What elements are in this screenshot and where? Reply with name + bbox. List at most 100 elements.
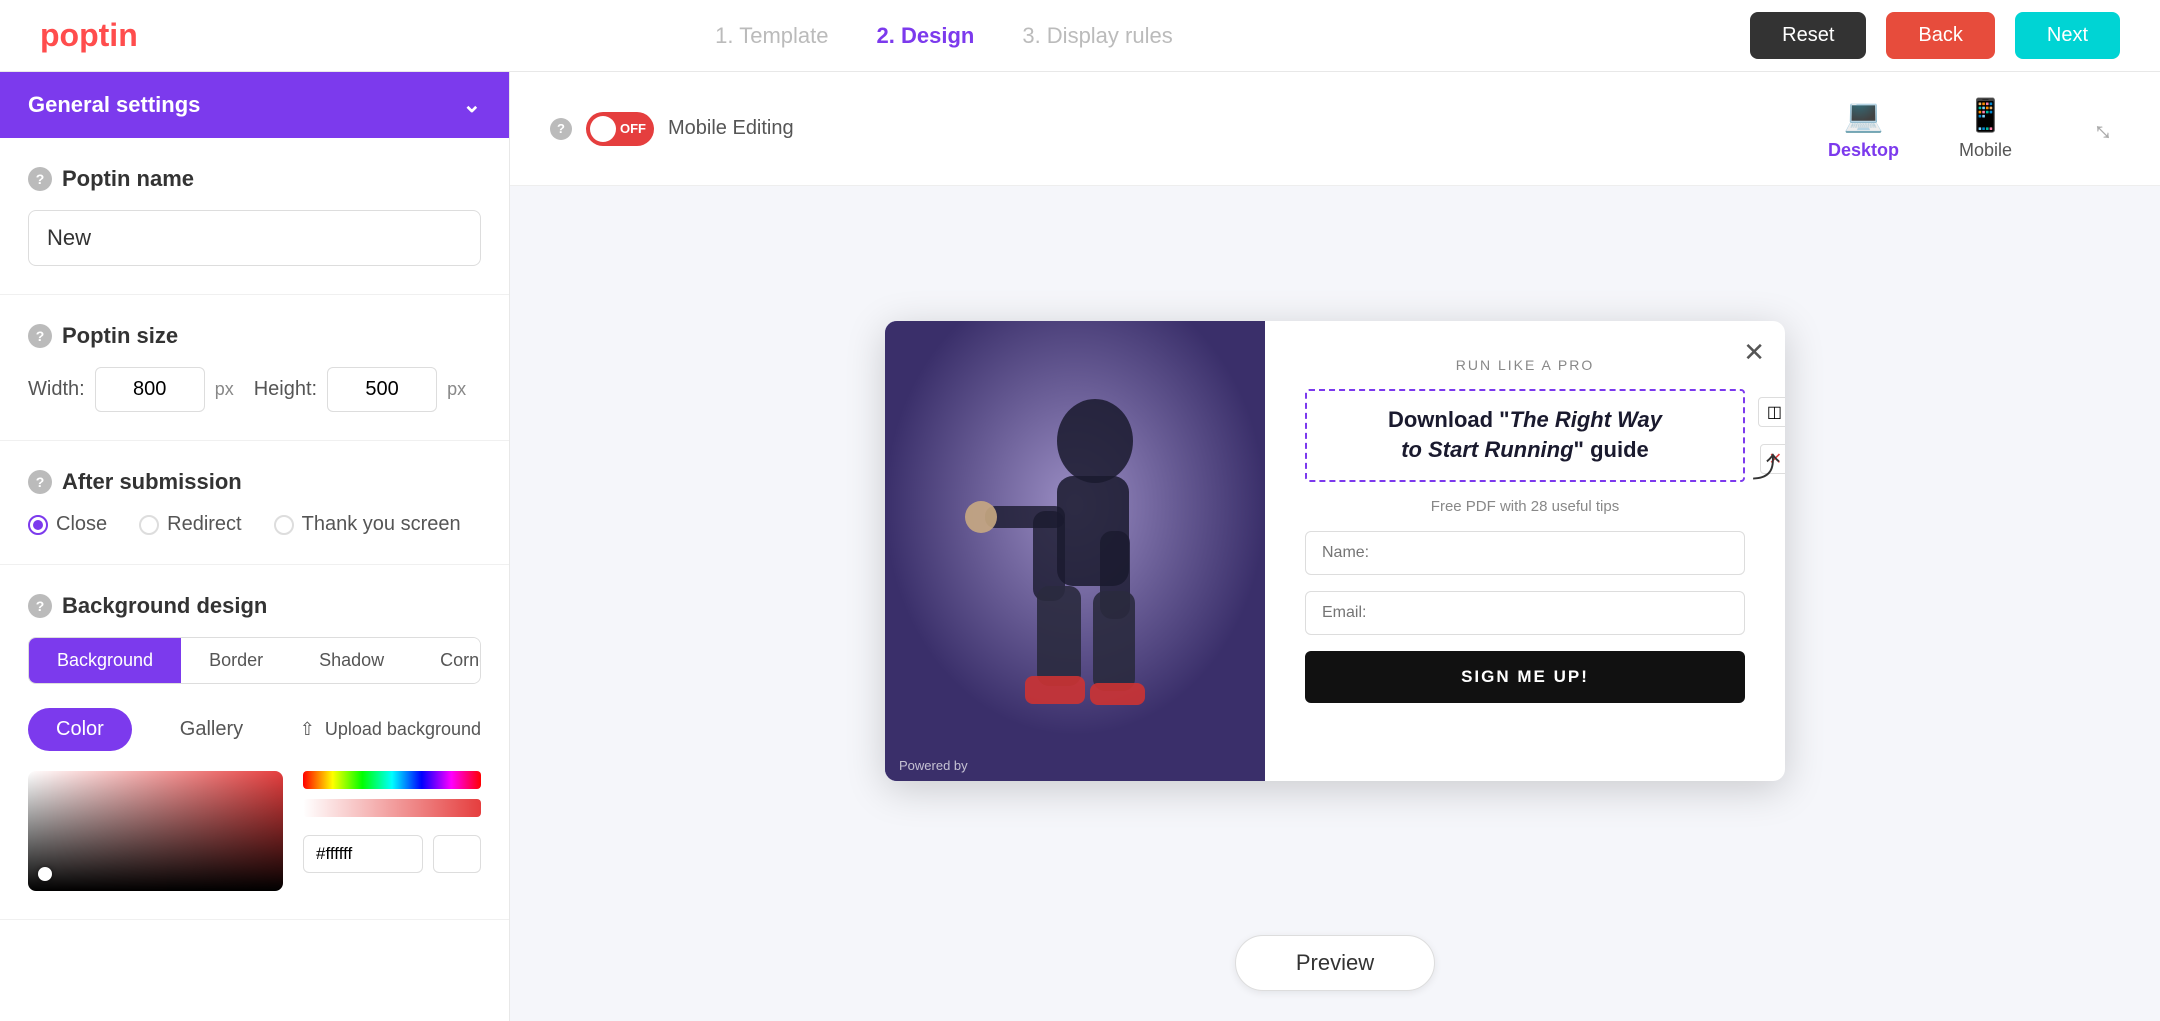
left-panel: General settings ⌄ ? Poptin name ? Popti… — [0, 72, 510, 1021]
radio-redirect-label: Redirect — [167, 513, 241, 536]
runner-image — [885, 321, 1265, 781]
radio-close-label: Close — [56, 513, 107, 536]
height-px-label: px — [447, 379, 466, 400]
chevron-down-icon: ⌄ — [463, 92, 481, 118]
step-2: 2. Design — [877, 23, 975, 49]
width-field: Width: px — [28, 367, 234, 412]
poptin-name-label: Poptin name — [62, 166, 194, 192]
poptin-name-input[interactable] — [28, 210, 481, 266]
width-input[interactable] — [95, 367, 205, 412]
popup-image-area: Powered by — [885, 321, 1265, 781]
desktop-icon: 💻 — [1844, 96, 1884, 134]
right-panel: ? OFF Mobile Editing 💻 Desktop 📱 Mobile … — [510, 72, 2160, 1021]
poptin-name-section: ? Poptin name — [0, 138, 509, 295]
nav-steps: 1. Template 2. Design 3. Display rules — [715, 23, 1173, 49]
top-nav: poptin 1. Template 2. Design 3. Display … — [0, 0, 2160, 72]
background-design-label: Background design — [62, 593, 267, 619]
help-icon-bg[interactable]: ? — [28, 594, 52, 618]
mobile-label: Mobile — [1959, 140, 2012, 161]
background-design-label-row: ? Background design — [28, 593, 481, 619]
radio-dot-close — [28, 515, 48, 535]
after-submission-section: ? After submission Close Redirect Thank … — [0, 441, 509, 565]
background-design-section: ? Background design Background Border Sh… — [0, 565, 509, 920]
color-swatch[interactable] — [433, 835, 481, 873]
popup-container: ✕ — [885, 321, 1785, 781]
desktop-device-btn[interactable]: 💻 Desktop — [1828, 96, 1899, 161]
size-row: Width: px Height: px — [28, 367, 481, 412]
popup-title-box[interactable]: Download "The Right Wayto Start Running"… — [1305, 389, 1745, 483]
after-submission-label: After submission — [62, 469, 242, 495]
radio-thankyou[interactable]: Thank you screen — [274, 513, 461, 536]
popup-name-input[interactable] — [1305, 531, 1745, 575]
after-submission-label-row: ? After submission — [28, 469, 481, 495]
toggle-knob — [590, 116, 616, 142]
help-icon-mobile[interactable]: ? — [550, 118, 572, 140]
help-icon-size[interactable]: ? — [28, 324, 52, 348]
radio-redirect[interactable]: Redirect — [139, 513, 241, 536]
general-settings-header[interactable]: General settings ⌄ — [0, 72, 509, 138]
bg-tab-border[interactable]: Border — [181, 638, 291, 683]
poptin-size-section: ? Poptin size Width: px Height: px — [0, 295, 509, 441]
radio-thankyou-label: Thank you screen — [302, 513, 461, 536]
radio-group: Close Redirect Thank you screen — [28, 513, 481, 536]
general-settings-label: General settings — [28, 92, 200, 118]
toggle-off-label: OFF — [620, 121, 646, 136]
help-icon-submission[interactable]: ? — [28, 470, 52, 494]
logo: poptin — [40, 17, 138, 54]
color-gallery-row: Color Gallery ⇧ Upload background — [28, 708, 481, 751]
back-button[interactable]: Back — [1886, 12, 1994, 59]
radio-dot-thankyou — [274, 515, 294, 535]
hex-input[interactable] — [303, 835, 423, 873]
upload-background-label: Upload background — [325, 719, 481, 740]
hex-row — [303, 835, 481, 873]
bg-tab-shadow[interactable]: Shadow — [291, 638, 412, 683]
upload-background-btn[interactable]: ⇧ Upload background — [300, 719, 481, 740]
nav-actions: Reset Back Next — [1750, 12, 2120, 59]
gallery-toggle-btn[interactable]: Gallery — [152, 708, 271, 751]
height-field: Height: px — [254, 367, 466, 412]
bg-tab-corners[interactable]: Corners — [412, 638, 481, 683]
cursor-arrow-icon: ⤴ — [1752, 452, 1780, 483]
desktop-label: Desktop — [1828, 140, 1899, 161]
popup-title-text: Download "The Right Wayto Start Running"… — [1323, 405, 1727, 467]
main-layout: General settings ⌄ ? Poptin name ? Popti… — [0, 72, 2160, 1021]
logo-text: poptin — [40, 17, 138, 53]
device-buttons: 💻 Desktop 📱 Mobile — [1828, 96, 2012, 161]
poptin-size-label-row: ? Poptin size — [28, 323, 481, 349]
height-label: Height: — [254, 378, 317, 401]
expand-icon[interactable]: ↔ — [2085, 107, 2127, 149]
upload-icon: ⇧ — [300, 719, 315, 740]
radio-dot-redirect — [139, 515, 159, 535]
mobile-editing-label: Mobile Editing — [668, 117, 794, 140]
color-toggle-btn[interactable]: Color — [28, 708, 132, 751]
bg-tab-background[interactable]: Background — [29, 638, 181, 683]
popup-subtitle: Free PDF with 28 useful tips — [1305, 498, 1745, 515]
poptin-size-label: Poptin size — [62, 323, 178, 349]
popup-copy-button[interactable]: ◫ — [1758, 397, 1785, 427]
height-input[interactable] — [327, 367, 437, 412]
width-px-label: px — [215, 379, 234, 400]
popup-submit-button[interactable]: SIGN ME UP! — [1305, 651, 1745, 703]
mobile-device-btn[interactable]: 📱 Mobile — [1959, 96, 2012, 161]
help-icon-name[interactable]: ? — [28, 167, 52, 191]
hue-bar[interactable] — [303, 771, 481, 789]
reset-button[interactable]: Reset — [1750, 12, 1866, 59]
preview-button[interactable]: Preview — [1235, 935, 1435, 991]
bg-tabs: Background Border Shadow Corners — [28, 637, 481, 684]
radio-close[interactable]: Close — [28, 513, 107, 536]
toolbar: ? OFF Mobile Editing 💻 Desktop 📱 Mobile … — [510, 72, 2160, 186]
step-3: 3. Display rules — [1022, 23, 1172, 49]
popup-close-button[interactable]: ✕ — [1743, 337, 1765, 368]
width-label: Width: — [28, 378, 85, 401]
mobile-icon: 📱 — [1966, 96, 2006, 134]
next-button[interactable]: Next — [2015, 12, 2120, 59]
color-gradient-picker[interactable] — [28, 771, 283, 891]
popup-right-content: RUN LIKE A PRO Download "The Right Wayto… — [1265, 321, 1785, 781]
runner-svg — [885, 321, 1265, 781]
popup-run-label: RUN LIKE A PRO — [1305, 357, 1745, 373]
popup-email-input[interactable] — [1305, 591, 1745, 635]
opacity-bar[interactable] — [303, 799, 481, 817]
mobile-editing-toggle: ? OFF Mobile Editing — [550, 112, 794, 146]
mobile-editing-switch[interactable]: OFF — [586, 112, 654, 146]
preview-area: ✕ — [510, 186, 2160, 915]
